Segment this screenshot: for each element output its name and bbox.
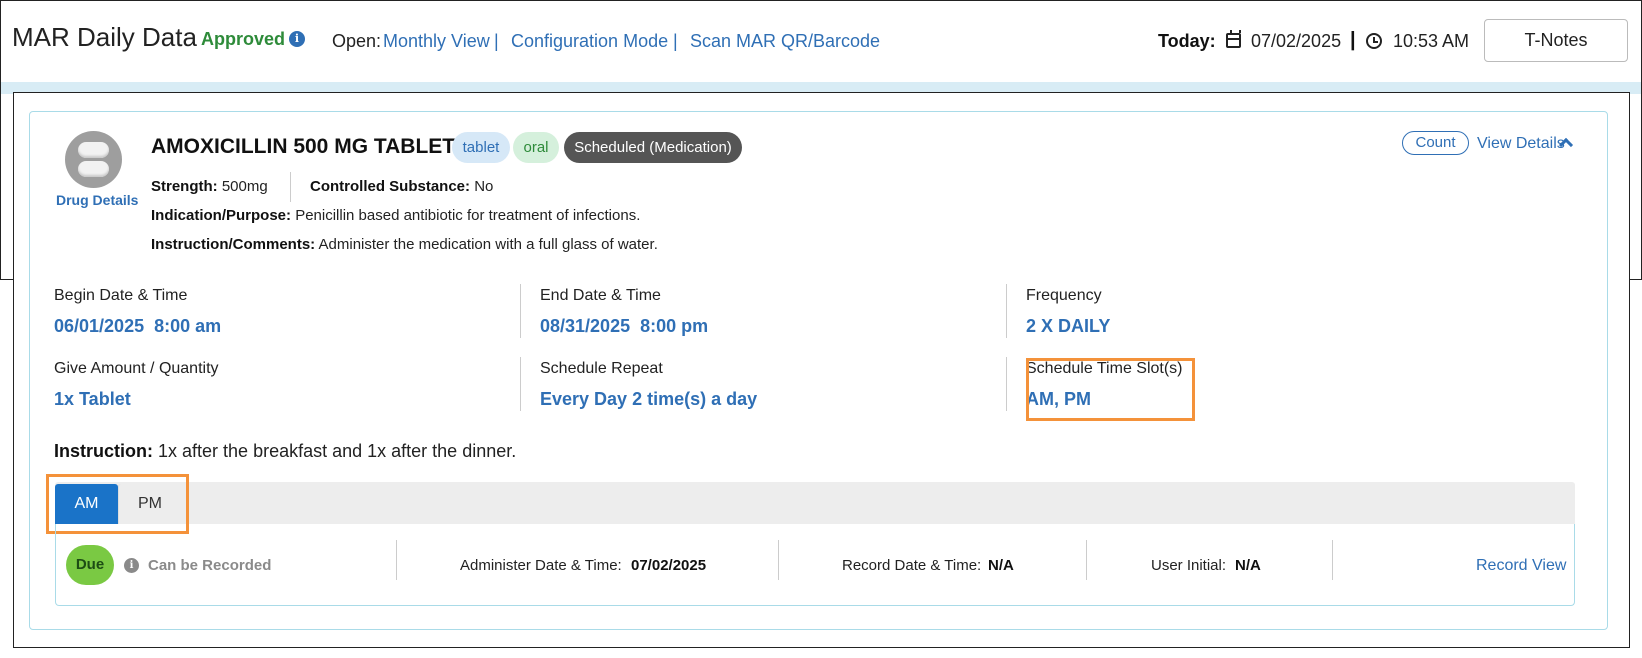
info-icon: i [124,558,139,573]
indication-value: Penicillin based antibiotic for treatmen… [295,207,641,224]
divider [290,172,291,202]
page-title: MAR Daily Data [12,22,197,52]
view-details-link[interactable]: View Details [1477,135,1565,153]
strength: Strength: 500mg [151,178,268,195]
instruction-comments-label: Instruction/Comments: [151,236,316,253]
open-label: Open: [332,31,382,51]
schedule-repeat-label: Schedule Repeat [540,360,663,377]
user-initial-label: User Initial: [1151,557,1227,574]
divider [396,540,397,580]
drug-details-link[interactable]: Drug Details [56,192,138,208]
divider [1086,540,1087,580]
record-view-link[interactable]: Record View [1476,557,1566,575]
schedule-type-badge: Scheduled (Medication) [564,132,742,163]
controlled-label: Controlled Substance: [310,178,471,195]
record-status: Can be Recorded [148,557,272,574]
instruction-comments-value: Administer the medication with a full gl… [318,236,658,253]
user-initial-value: N/A [1235,557,1261,574]
instruction-value: 1x after the breakfast and 1x after the … [158,441,517,461]
form-badge: tablet [452,132,510,163]
mar-header: MAR Daily Data Approved i Open: Monthly … [0,0,1642,82]
today-label: Today: [1158,31,1216,51]
give-amount-label: Give Amount / Quantity [54,360,219,377]
clock-icon [1366,33,1382,49]
today-separator: | [1350,29,1356,51]
controlled-substance: Controlled Substance: No [310,178,493,195]
today-time: 10:53 AM [1393,31,1470,51]
record-date-label: Record Date & Time: [842,557,982,574]
schedule-repeat-value: Every Day 2 time(s) a day [540,389,758,409]
pill-icon [78,142,109,158]
begin-label: Begin Date & Time [54,287,188,304]
controlled-value: No [474,178,494,195]
divider [1006,284,1007,338]
divider [1332,540,1333,580]
record-date-value: N/A [988,557,1014,574]
begin-value: 06/01/2025 8:00 am [54,316,222,336]
link-separator: | [673,31,678,51]
divider [1006,357,1007,411]
indication-label: Indication/Purpose: [151,207,292,224]
strength-label: Strength: [151,178,218,195]
strength-value: 500mg [221,178,268,195]
instruction: Instruction: 1x after the breakfast and … [54,441,516,462]
calendar-icon [1226,30,1241,48]
t-notes-button[interactable]: T-Notes [1484,19,1628,62]
due-badge: Due [66,545,114,585]
link-separator: | [494,31,499,51]
instruction-comments: Instruction/Comments: Administer the med… [151,236,658,253]
give-amount-value: 1x Tablet [54,389,131,409]
divider [778,540,779,580]
divider [520,284,521,338]
indication: Indication/Purpose: Penicillin based ant… [151,207,640,224]
route-badge: oral [513,132,559,163]
divider [520,357,521,411]
today-date: 07/02/2025 [1251,31,1342,51]
time-slot-tabbar [55,482,1575,524]
instruction-label: Instruction: [54,441,153,461]
monthly-view-link[interactable]: Monthly View [383,31,490,52]
drug-name: AMOXICILLIN 500 MG TABLET [151,135,456,158]
frequency-value: 2 X DAILY [1026,316,1111,336]
configuration-mode-link[interactable]: Configuration Mode [511,31,668,52]
end-value: 08/31/2025 8:00 pm [540,316,709,336]
end-label: End Date & Time [540,287,661,304]
pill-image [65,131,122,188]
administer-value: 07/02/2025 [631,557,707,574]
pill-icon [78,161,109,177]
scan-barcode-link[interactable]: Scan MAR QR/Barcode [690,31,880,52]
count-button[interactable]: Count [1402,131,1469,155]
administer-label: Administer Date & Time: [460,557,622,574]
record-row [55,524,1575,606]
status-badge: Approved [201,29,286,49]
frequency-label: Frequency [1026,287,1102,304]
info-icon[interactable]: i [289,31,305,47]
time-slots-highlight [1026,358,1195,421]
